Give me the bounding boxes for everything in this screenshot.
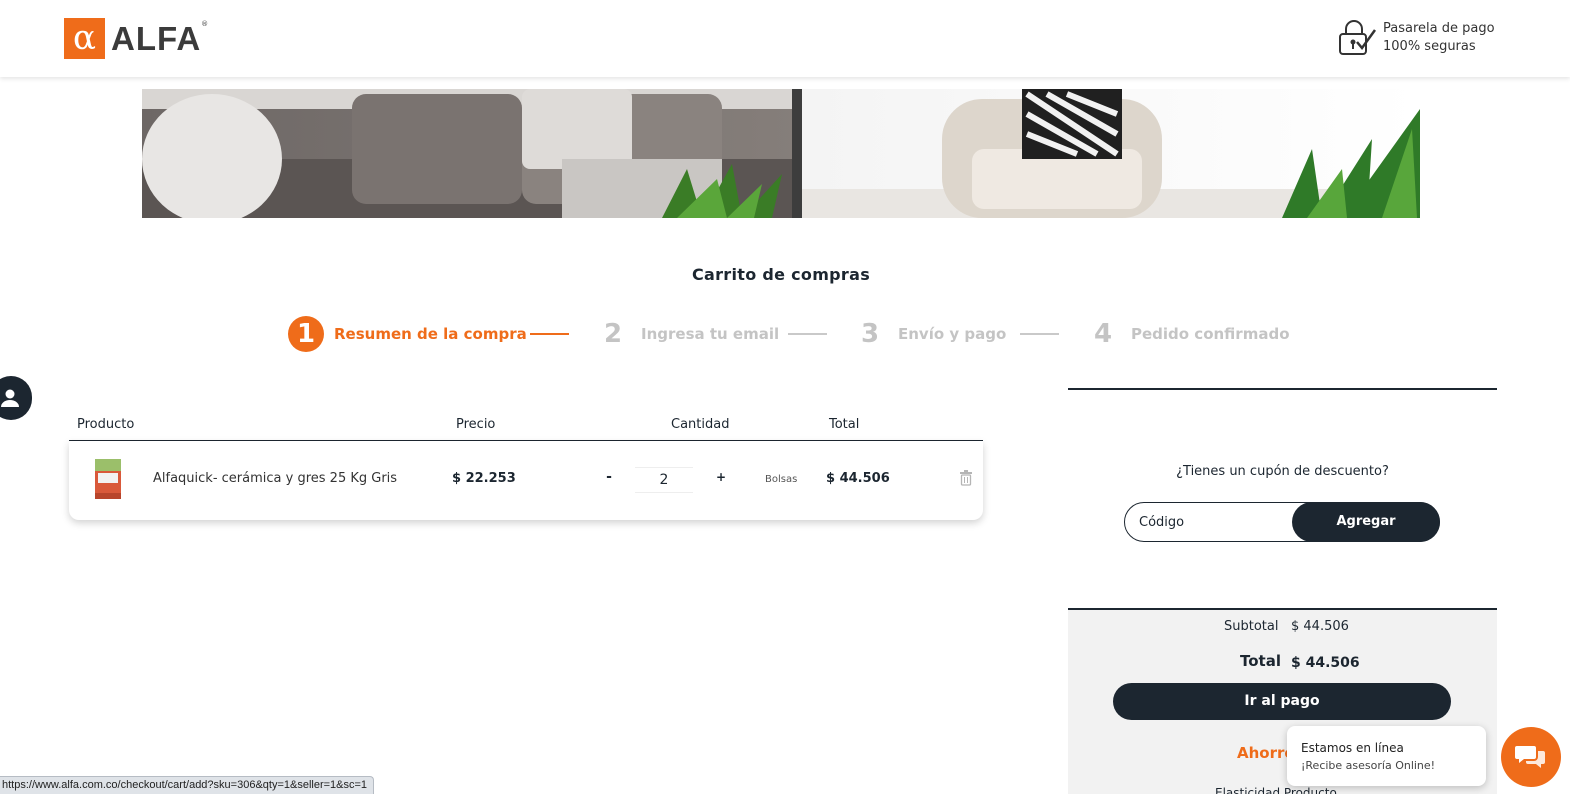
user-icon <box>1 389 19 407</box>
secure-line-2: 100% seguras <box>1383 39 1476 54</box>
quantity-input[interactable] <box>635 467 693 493</box>
registered-mark: ® <box>201 20 209 28</box>
col-header-total: Total <box>829 417 860 432</box>
step-number: 4 <box>1093 319 1113 349</box>
status-bar-url: https://www.alfa.com.co/checkout/cart/ad… <box>0 776 375 794</box>
alpha-logo-icon: α <box>64 18 105 59</box>
step-label: Ingresa tu email <box>641 325 780 343</box>
step-label: Pedido confirmado <box>1131 325 1290 343</box>
increase-quantity-button[interactable]: + <box>714 470 728 490</box>
step-number: 2 <box>603 319 623 349</box>
quantity-unit: Bolsas <box>765 474 798 485</box>
summary-top-divider <box>1068 388 1497 390</box>
step-number: 1 <box>288 316 324 352</box>
step-3-shipping[interactable]: 3 Envío y pago <box>852 316 1006 352</box>
total-value: $ 44.506 <box>1291 655 1360 671</box>
step-label: Envío y pago <box>898 325 1007 343</box>
step-number: 3 <box>860 319 880 349</box>
trash-icon[interactable] <box>959 470 973 486</box>
subtotal-value: $ 44.506 <box>1291 619 1349 634</box>
open-chat-button[interactable] <box>1501 727 1561 787</box>
site-header: α ALFA ® Pasarela de pago 100% seguras <box>0 0 1570 77</box>
line-total: $ 44.506 <box>826 471 890 486</box>
step-1-summary[interactable]: 1 Resumen de la compra <box>288 316 527 352</box>
page-title: Carrito de compras <box>691 265 871 284</box>
product-price: $ 22.253 <box>452 471 516 486</box>
total-label: Total <box>1240 652 1281 670</box>
alfa-logo[interactable]: α ALFA ® <box>64 18 208 59</box>
banner-image <box>142 89 1420 218</box>
logo-wordmark: ALFA <box>111 19 202 57</box>
apply-coupon-button[interactable]: Agregar <box>1292 502 1440 542</box>
subtotal-label: Subtotal <box>1224 619 1279 634</box>
decrease-quantity-button[interactable]: - <box>602 469 616 489</box>
col-header-quantity: Cantidad <box>671 417 730 432</box>
col-header-product: Producto <box>77 417 135 432</box>
step-connector <box>530 333 569 335</box>
chat-prompt[interactable]: Estamos en línea ¡Recibe asesoría Online… <box>1287 726 1486 786</box>
account-side-tab[interactable] <box>0 376 32 420</box>
step-2-email[interactable]: 2 Ingresa tu email <box>595 316 779 352</box>
coupon-code-input[interactable] <box>1139 511 1289 533</box>
step-4-confirmed[interactable]: 4 Pedido confirmado <box>1085 316 1290 352</box>
step-connector <box>788 333 827 335</box>
product-thumbnail[interactable] <box>93 457 123 501</box>
cart-row: Alfaquick- cerámica y gres 25 Kg Gris $ … <box>69 441 983 520</box>
chat-icon <box>1515 746 1545 768</box>
chat-title: Estamos en línea <box>1301 741 1404 755</box>
secure-line-1: Pasarela de pago <box>1383 21 1495 36</box>
product-name[interactable]: Alfaquick- cerámica y gres 25 Kg Gris <box>153 471 397 486</box>
step-label: Resumen de la compra <box>334 325 527 343</box>
secure-payment-badge: Pasarela de pago 100% seguras <box>1337 20 1495 56</box>
go-to-payment-button[interactable]: Ir al pago <box>1113 683 1451 720</box>
chat-subtitle: ¡Recibe asesoría Online! <box>1301 759 1436 772</box>
partial-text: Elasticidad Producto <box>1215 786 1337 794</box>
coupon-question: ¿Tienes un cupón de descuento? <box>1176 464 1389 479</box>
padlock-check-icon <box>1339 20 1377 55</box>
step-connector <box>1020 333 1059 335</box>
col-header-price: Precio <box>456 417 496 432</box>
hero-banner <box>142 89 1420 218</box>
coupon-form: Agregar <box>1124 502 1440 542</box>
